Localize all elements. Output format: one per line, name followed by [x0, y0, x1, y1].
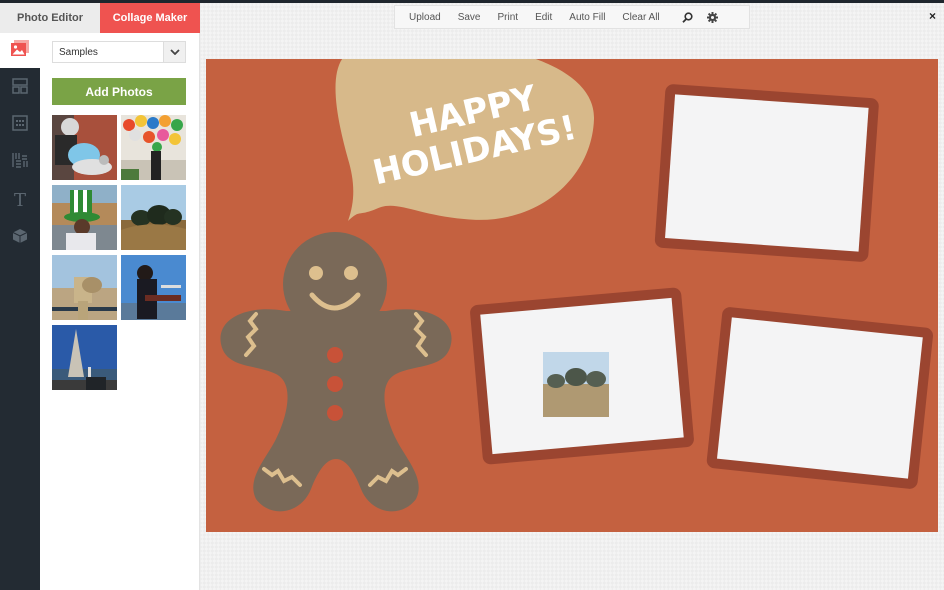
thumbnail-viewer[interactable] — [52, 255, 117, 320]
photo-frame-bottom-right — [706, 307, 933, 489]
collage-artwork: HAPPY HOLIDAYS! — [220, 59, 933, 512]
layout-icon — [12, 77, 28, 99]
image-icon — [11, 40, 29, 61]
toolbar: Upload Save Print Edit Auto Fill Clear A… — [394, 5, 750, 29]
gear-icon[interactable] — [706, 11, 718, 23]
print-button[interactable]: Print — [498, 12, 519, 23]
grid-icon — [12, 114, 28, 136]
mode-tabs: Photo Editor Collage Maker — [0, 3, 200, 39]
gingerbread-man — [220, 232, 452, 512]
cube-icon — [12, 228, 28, 249]
edit-button[interactable]: Edit — [535, 12, 552, 23]
photos-panel: Samples Add Photos — [40, 33, 200, 590]
tab-photo-editor[interactable]: Photo Editor — [0, 3, 100, 33]
thumbnail-musician[interactable] — [121, 255, 186, 320]
rail-item-photos[interactable] — [0, 33, 40, 68]
chevron-down-icon[interactable] — [163, 42, 185, 62]
thumbnail-balloons[interactable] — [121, 115, 186, 180]
photo-frame-top-right — [654, 84, 879, 262]
clear-all-button[interactable]: Clear All — [622, 12, 659, 23]
pattern-icon — [12, 152, 28, 173]
rail-item-backgrounds[interactable] — [10, 152, 30, 172]
frame-photo-trees — [543, 352, 609, 417]
close-button[interactable]: × — [929, 9, 936, 23]
source-select-value: Samples — [59, 46, 98, 58]
icon-rail: T — [0, 68, 40, 590]
text-icon: T — [13, 189, 26, 211]
rail-item-stickers[interactable] — [10, 228, 30, 248]
save-button[interactable]: Save — [458, 12, 481, 23]
thumbnail-trees-hill[interactable] — [121, 185, 186, 250]
auto-fill-button[interactable]: Auto Fill — [569, 12, 605, 23]
search-icon[interactable] — [682, 11, 693, 23]
rail-item-text[interactable]: T — [10, 189, 30, 211]
thumbnail-scooter-rider[interactable] — [52, 115, 117, 180]
tab-collage-maker[interactable]: Collage Maker — [100, 3, 200, 39]
rail-item-grid[interactable] — [10, 114, 30, 136]
source-select[interactable]: Samples — [52, 41, 186, 63]
add-photos-button[interactable]: Add Photos — [52, 78, 186, 105]
thumbnail-green-hat[interactable] — [52, 185, 117, 250]
upload-button[interactable]: Upload — [409, 12, 441, 23]
rail-item-layouts[interactable] — [10, 77, 30, 99]
collage-canvas[interactable]: HAPPY HOLIDAYS! — [206, 59, 938, 532]
thumbnail-tower[interactable] — [52, 325, 117, 390]
